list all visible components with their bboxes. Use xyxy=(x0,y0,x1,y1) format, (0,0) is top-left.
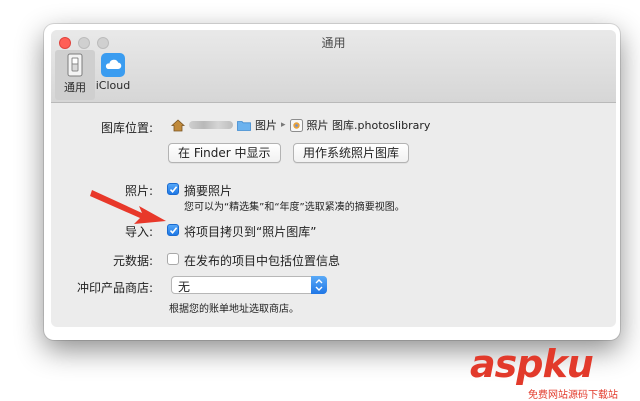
print-store-description: 根据您的账单地址选取商店。 xyxy=(169,304,299,315)
window-title: 通用 xyxy=(321,36,346,50)
toolbar-tab-general[interactable]: 通用 xyxy=(55,50,95,100)
watermark-subtitle: 免费网站源码下载站 xyxy=(528,390,618,401)
preferences-window: 通用 通用 iCloud 图库位置: 图片 ▸ 照片 图库.photoslibr… xyxy=(51,30,616,327)
checkmark-icon xyxy=(169,186,178,194)
watermark-text: aspku xyxy=(470,342,594,386)
print-store-select[interactable]: 无 xyxy=(171,276,327,294)
red-arrow-annotation-icon xyxy=(90,190,166,224)
show-in-finder-button[interactable]: 在 Finder 中显示 xyxy=(168,143,281,163)
toolbar-tab-general-label: 通用 xyxy=(64,81,86,94)
metadata-label: 元数据: xyxy=(112,254,153,268)
path-separator-icon: ▸ xyxy=(281,120,286,130)
library-path: 图片 ▸ 照片 图库.photoslibrary xyxy=(171,117,434,133)
select-stepper-icon xyxy=(311,276,327,294)
include-location-checkbox[interactable] xyxy=(167,253,179,265)
copy-to-library-label: 将项目拷贝到“照片图库” xyxy=(184,225,317,239)
print-store-label: 冲印产品商店: xyxy=(76,281,153,295)
toolbar-tab-icloud[interactable]: iCloud xyxy=(91,50,135,100)
library-location-label: 图库位置: xyxy=(100,121,153,135)
use-as-system-library-button[interactable]: 用作系统照片图库 xyxy=(293,143,410,163)
path-folder-name: 图片 xyxy=(255,119,277,132)
summarize-photos-label: 摘要照片 xyxy=(184,184,233,198)
redacted-username xyxy=(189,121,233,129)
home-icon xyxy=(171,118,185,131)
toolbar-tab-icloud-label: iCloud xyxy=(95,79,131,92)
watermark: aspku 免费网站源码下载站 xyxy=(466,342,640,401)
summarize-photos-description: 您可以为“精选集”和“年度”选取紧凑的摘要视图。 xyxy=(184,202,405,213)
print-store-selected-value: 无 xyxy=(178,280,191,294)
checkmark-icon xyxy=(169,227,178,235)
path-library-name: 照片 图库.photoslibrary xyxy=(306,119,431,132)
titlebar: 通用 通用 iCloud xyxy=(51,30,616,103)
include-location-label: 在发布的项目中包括位置信息 xyxy=(184,254,341,268)
photos-library-icon xyxy=(289,118,303,132)
icloud-icon xyxy=(101,53,125,77)
folder-icon xyxy=(237,120,251,131)
general-switch-icon xyxy=(67,53,83,77)
